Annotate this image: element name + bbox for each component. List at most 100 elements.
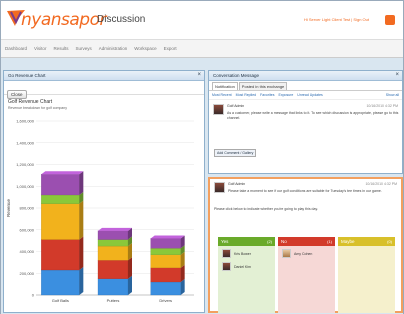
x-tick-label: Putters bbox=[107, 298, 120, 303]
bar-top bbox=[98, 227, 132, 231]
conversation-panel-title-text: Conversation Message bbox=[213, 73, 260, 78]
conversation-tabs: Notification Posted in this exchange bbox=[209, 81, 402, 91]
user-info-link[interactable]: Hi Server Light Client Test | Sign Out bbox=[304, 17, 369, 22]
conversation-subtabs: Most Recent Most Replied Favorites Expos… bbox=[209, 91, 402, 100]
avatar bbox=[222, 249, 231, 258]
show-all-link[interactable]: Show all bbox=[386, 93, 399, 97]
poll-column-header[interactable]: Yes (2) bbox=[218, 237, 275, 246]
bar-segment bbox=[150, 254, 181, 268]
poll-column-label: No bbox=[281, 239, 287, 244]
avatar bbox=[282, 249, 291, 258]
chart-title: Golf Revenue Chart bbox=[8, 99, 53, 105]
nav-item-dashboard[interactable]: Dashboard bbox=[5, 46, 27, 51]
tab-posted[interactable]: Posted in this exchange bbox=[238, 82, 288, 90]
app-title: Discussion bbox=[97, 14, 146, 25]
y-tick-label: 1,200,000 bbox=[16, 162, 35, 167]
bar-side bbox=[128, 275, 132, 295]
y-tick-label: 0 bbox=[32, 293, 35, 298]
tab-notification[interactable]: Notification bbox=[212, 82, 238, 90]
bar-side bbox=[79, 171, 84, 195]
post-author[interactable]: Golf Admin bbox=[227, 104, 244, 108]
nav-item-visitor[interactable]: Visitor bbox=[34, 46, 46, 51]
subtab-most-recent[interactable]: Most Recent bbox=[212, 93, 232, 97]
bar-side bbox=[79, 266, 84, 295]
close-icon[interactable]: × bbox=[395, 72, 399, 78]
poll-column-header[interactable]: No (1) bbox=[278, 237, 335, 246]
workspace-canvas: Go Revenue Chart × Close Golf Revenue Ch… bbox=[1, 58, 403, 314]
y-tick-label: 1,600,000 bbox=[16, 119, 35, 124]
nav-item-results[interactable]: Results bbox=[53, 46, 68, 51]
y-tick-label: 800,000 bbox=[20, 206, 35, 211]
nav-item-surveys[interactable]: Surveys bbox=[75, 46, 91, 51]
member-name: Daniel Kim bbox=[234, 265, 251, 269]
poll-column-count: (0) bbox=[387, 239, 392, 244]
bar-segment bbox=[97, 239, 129, 247]
member-name: Kris Bower bbox=[234, 252, 251, 256]
post-time: 10/16/2010 4:32 PM bbox=[365, 182, 397, 186]
bar-side bbox=[79, 236, 84, 270]
poll-column-header[interactable]: Maybe (0) bbox=[338, 237, 395, 246]
y-tick-label: 200,000 bbox=[20, 271, 35, 276]
chart-panel-title-text: Go Revenue Chart bbox=[8, 73, 46, 78]
post-author[interactable]: Golf Admin bbox=[228, 182, 245, 186]
header: nyansapor Discussion Hi Server Light Cli… bbox=[1, 1, 403, 39]
revenue-chart: 1,600,000 1,400,000 1,200,000 1,000,000 800,… bbox=[6, 119, 194, 303]
bar-segment bbox=[150, 281, 181, 296]
y-axis-label: Revenue bbox=[6, 198, 11, 217]
member-name: Amy Cohen bbox=[294, 252, 313, 256]
main-nav: Dashboard Visitor Results Surveys Admini… bbox=[1, 39, 403, 58]
poll-column-count: (2) bbox=[267, 239, 272, 244]
chart-toolbar: Close bbox=[4, 81, 204, 99]
poll-column-label: Yes bbox=[221, 239, 229, 244]
poll-question: Please click below to indicate whether y… bbox=[214, 207, 318, 211]
logo-text: nyansapor bbox=[21, 10, 106, 30]
settings-button[interactable] bbox=[385, 15, 395, 25]
chart-panel-title[interactable]: Go Revenue Chart × bbox=[4, 71, 204, 81]
x-tick-label: Golf Balls bbox=[52, 298, 69, 303]
y-tick-label: 600,000 bbox=[20, 227, 35, 232]
bar-segment bbox=[41, 174, 80, 196]
bar-segment bbox=[41, 203, 80, 240]
poll-column-count: (1) bbox=[327, 239, 332, 244]
bar-top bbox=[41, 171, 84, 175]
bar-segment bbox=[97, 245, 129, 261]
bar-segment bbox=[41, 239, 80, 271]
subtab-unread[interactable]: Unread Updates bbox=[297, 93, 323, 97]
app-window: nyansapor Discussion Hi Server Light Cli… bbox=[0, 0, 404, 314]
subtab-most-replied[interactable]: Most Replied bbox=[236, 93, 256, 97]
nav-item-workspace[interactable]: Workspace bbox=[134, 46, 156, 51]
x-tick-label: Drivers bbox=[159, 298, 172, 303]
add-comment-button[interactable]: Add Comment / Gallery bbox=[214, 149, 257, 157]
avatar bbox=[213, 104, 224, 115]
bar-segment bbox=[150, 248, 181, 255]
close-button[interactable]: Close bbox=[7, 90, 27, 99]
conversation-panel-title[interactable]: Conversation Message × bbox=[209, 71, 402, 81]
y-tick-label: 400,000 bbox=[20, 249, 35, 254]
poll-panel: Golf Admin 10/16/2010 4:32 PM Please tak… bbox=[208, 177, 403, 313]
conversation-panel: Conversation Message × Notification Post… bbox=[208, 70, 403, 174]
post-time: 10/16/2010 4:32 PM bbox=[366, 104, 398, 108]
bar-side bbox=[128, 243, 132, 261]
logo[interactable]: nyansapor bbox=[5, 7, 106, 31]
nav-item-export[interactable]: Export bbox=[164, 46, 177, 51]
nav-item-administration[interactable]: Administration bbox=[99, 46, 128, 51]
close-icon[interactable]: × bbox=[197, 72, 201, 78]
bar-segment bbox=[41, 194, 80, 204]
post-text: As a customer, please write a message th… bbox=[227, 111, 399, 120]
bar-segment bbox=[97, 278, 129, 296]
bar-top bbox=[150, 235, 185, 239]
poll-column-maybe[interactable]: Maybe (0) bbox=[338, 237, 395, 313]
bar-segment bbox=[41, 269, 80, 296]
bar-segment bbox=[97, 260, 129, 279]
poll-column-label: Maybe bbox=[341, 239, 355, 244]
bar-segment bbox=[97, 230, 129, 240]
poll-column-no[interactable]: No (1) Amy Cohen bbox=[278, 237, 335, 313]
y-tick-label: 1,400,000 bbox=[16, 140, 35, 145]
chart-panel: Go Revenue Chart × Close Golf Revenue Ch… bbox=[3, 70, 205, 313]
subtab-favorites[interactable]: Favorites bbox=[260, 93, 274, 97]
bar-side bbox=[180, 264, 185, 282]
poll-column-yes[interactable]: Yes (2) Kris Bower Daniel Kim bbox=[218, 237, 275, 313]
post-text: Please take a moment to see if our golf … bbox=[228, 189, 382, 193]
poll-column-body bbox=[338, 246, 395, 313]
subtab-exposure[interactable]: Exposure bbox=[279, 93, 294, 97]
